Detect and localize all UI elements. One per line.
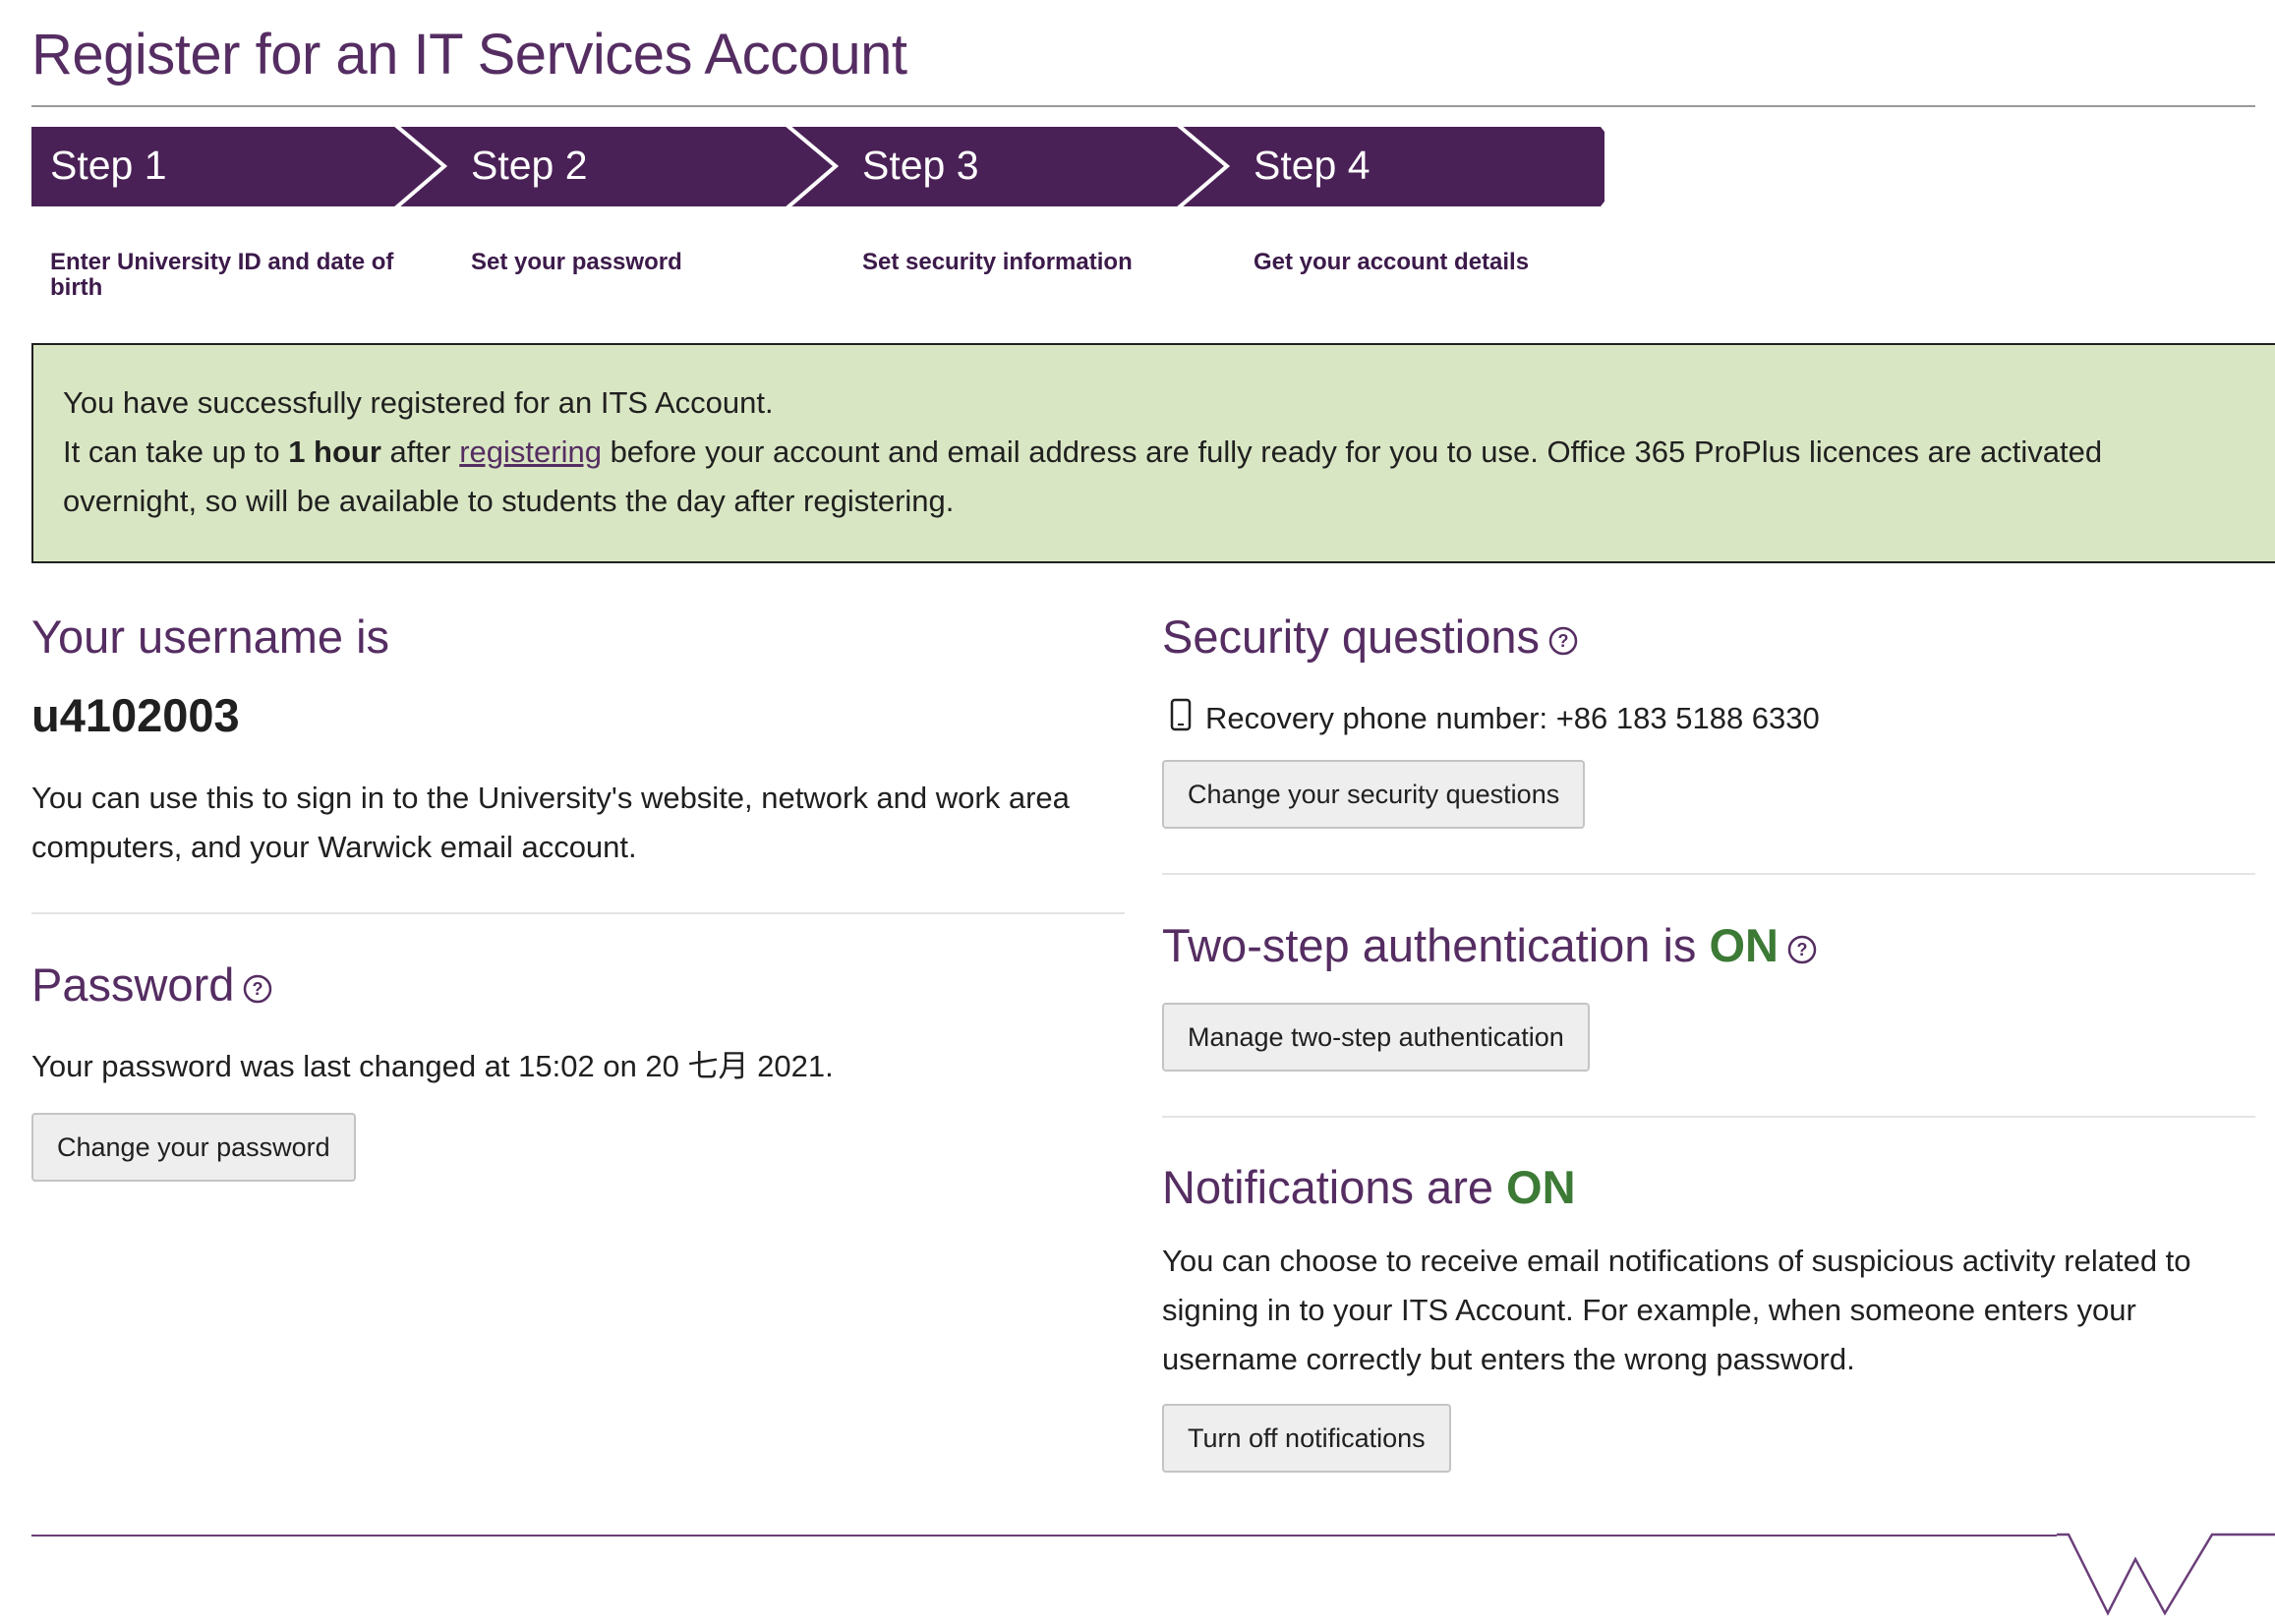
step-progress: Step 1 Step 2 Step 3 Step 4 — [31, 127, 1604, 206]
alert-info-message: It can take up to 1 hour after registeri… — [63, 428, 2196, 526]
change-security-questions-button[interactable]: Change your security questions — [1162, 760, 1586, 829]
alert-text: It can take up to — [63, 435, 289, 469]
step-3-description: Set security information — [862, 249, 1133, 275]
warwick-w-logo — [2057, 1533, 2275, 1616]
question-circle-icon[interactable]: ? — [242, 961, 273, 1015]
alert-success-message: You have successfully registered for an … — [63, 385, 774, 420]
turn-off-notifications-button[interactable]: Turn off notifications — [1162, 1404, 1451, 1473]
step-2-description: Set your password — [471, 249, 682, 275]
password-heading: Password? — [31, 957, 273, 1015]
mobile-phone-icon — [1170, 698, 1192, 739]
notifications-heading: Notifications are ON — [1162, 1160, 1576, 1214]
username-description: You can use this to sign in to the Unive… — [31, 781, 1070, 864]
svg-text:?: ? — [1796, 940, 1807, 959]
alert-bold-duration: 1 hour — [288, 435, 381, 469]
question-circle-icon[interactable]: ? — [1547, 613, 1579, 667]
step-1-description: Enter University ID and date of birth — [50, 249, 394, 301]
password-heading-text: Password — [31, 958, 235, 1011]
notifications-heading-text: Notifications are — [1162, 1161, 1507, 1213]
success-alert: You have successfully registered for an … — [31, 343, 2275, 563]
step-4-title: Step 4 — [1254, 143, 1371, 188]
title-divider — [31, 105, 2255, 107]
change-password-button[interactable]: Change your password — [31, 1113, 356, 1182]
two-step-heading-text: Two-step authentication is — [1162, 919, 1710, 971]
question-circle-icon[interactable]: ? — [1786, 922, 1818, 976]
manage-two-step-button[interactable]: Manage two-step authentication — [1162, 1003, 1590, 1072]
step-2-title: Step 2 — [471, 143, 588, 188]
password-last-changed: Your password was last changed at 15:02 … — [31, 1049, 834, 1083]
page-title: Register for an IT Services Account — [31, 23, 907, 87]
two-step-heading: Two-step authentication is ON? — [1162, 918, 1818, 976]
alert-text: after — [380, 435, 460, 469]
section-divider — [31, 912, 1125, 914]
section-divider — [1162, 873, 2255, 875]
step-4-description: Get your account details — [1254, 249, 1530, 275]
two-step-status: ON — [1709, 919, 1779, 971]
recovery-phone-row: Recovery phone number: +86 183 5188 6330 — [1170, 698, 1820, 739]
security-heading-text: Security questions — [1162, 610, 1541, 663]
step-3-title: Step 3 — [862, 143, 979, 188]
security-questions-heading: Security questions? — [1162, 609, 1579, 667]
svg-text:?: ? — [1558, 631, 1569, 651]
footer-divider — [31, 1535, 2057, 1537]
username-heading: Your username is — [31, 610, 390, 663]
section-divider — [1162, 1116, 2255, 1118]
notifications-status: ON — [1506, 1161, 1576, 1213]
username-value: u4102003 — [31, 689, 240, 741]
recovery-phone-number: Recovery phone number: +86 183 5188 6330 — [1205, 701, 1820, 735]
svg-text:?: ? — [253, 979, 263, 999]
step-1-title: Step 1 — [50, 143, 167, 188]
registering-link[interactable]: registering — [459, 435, 602, 469]
notifications-description: You can choose to receive email notifica… — [1162, 1244, 2191, 1376]
